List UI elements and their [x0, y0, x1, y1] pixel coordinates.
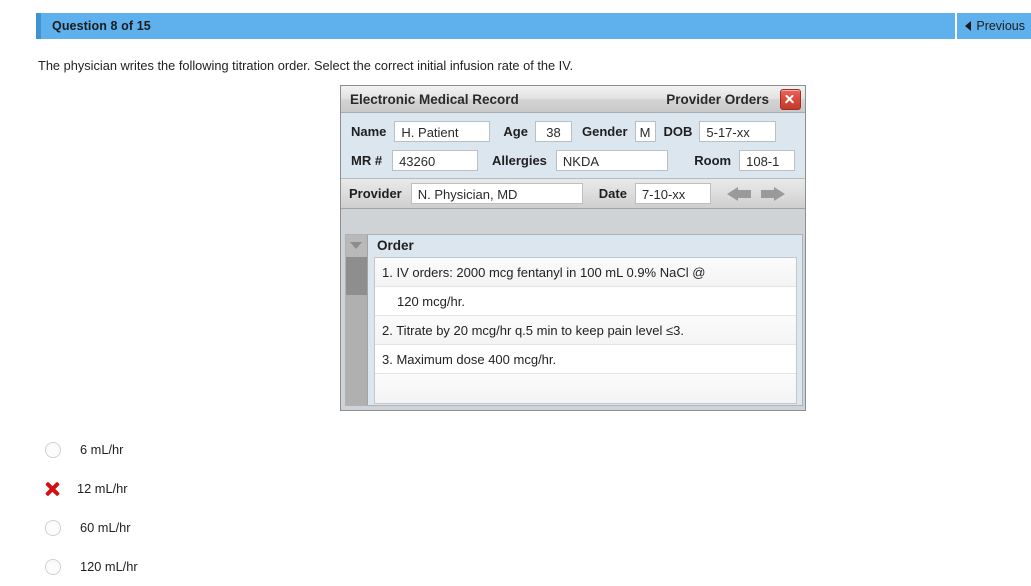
question-counter: Question 8 of 15 [41, 19, 151, 33]
chevron-down-icon[interactable] [350, 242, 362, 249]
orders-section-header: Order [368, 235, 802, 257]
answer-options: 6 mL/hr 12 mL/hr 60 mL/hr 120 mL/hr [45, 430, 365, 586]
name-field[interactable]: H. Patient [394, 121, 490, 142]
orders-scrollbar[interactable] [346, 235, 368, 405]
age-label: Age [503, 124, 528, 139]
order-item: 2. Titrate by 20 mcg/hr q.5 min to keep … [375, 316, 796, 345]
order-item: 1. IV orders: 2000 mcg fentanyl in 100 m… [375, 258, 796, 287]
demographics-row-1: Name H. Patient Age 38 Gender M DOB 5-17… [351, 120, 795, 142]
provider-label: Provider [349, 186, 402, 201]
close-icon[interactable] [780, 89, 801, 110]
demographics-row-2: MR # 43260 Allergies NKDA Room 108-1 [351, 149, 795, 171]
gender-field[interactable]: M [635, 121, 656, 142]
date-label: Date [599, 186, 627, 201]
emr-panel-title: Electronic Medical Record [350, 92, 519, 107]
emr-panel: Electronic Medical Record Provider Order… [340, 85, 806, 411]
order-item [375, 374, 796, 403]
radio-button-icon[interactable] [45, 559, 61, 575]
answer-option-1[interactable]: 6 mL/hr [45, 430, 365, 469]
date-field[interactable]: 7-10-xx [635, 183, 711, 204]
answer-option-label: 12 mL/hr [77, 481, 128, 496]
allergies-label: Allergies [492, 153, 547, 168]
provider-bar: Provider N. Physician, MD Date 7-10-xx [341, 178, 805, 209]
room-field[interactable]: 108-1 [739, 150, 795, 171]
mr-number-label: MR # [351, 153, 382, 168]
provider-field[interactable]: N. Physician, MD [411, 183, 583, 204]
question-header-bar: Question 8 of 15 Previous [36, 13, 1031, 39]
radio-button-icon[interactable] [45, 442, 61, 458]
orders-body: Order 1. IV orders: 2000 mcg fentanyl in… [368, 235, 802, 405]
arrow-right-icon[interactable] [759, 186, 785, 202]
answer-option-label: 6 mL/hr [80, 442, 123, 457]
answer-option-2[interactable]: 12 mL/hr [45, 469, 365, 508]
name-label: Name [351, 124, 386, 139]
room-label: Room [694, 153, 731, 168]
incorrect-x-icon [44, 481, 60, 497]
dob-field[interactable]: 5-17-xx [699, 121, 776, 142]
orders-section: Order 1. IV orders: 2000 mcg fentanyl in… [345, 234, 803, 406]
orders-list: 1. IV orders: 2000 mcg fentanyl in 100 m… [374, 257, 797, 404]
answer-option-label: 120 mL/hr [80, 559, 138, 574]
order-item: 3. Maximum dose 400 mcg/hr. [375, 345, 796, 374]
gender-label: Gender [582, 124, 628, 139]
orders-scrollbar-thumb[interactable] [346, 257, 367, 295]
dob-label: DOB [664, 124, 693, 139]
answer-option-4[interactable]: 120 mL/hr [45, 547, 365, 586]
previous-button[interactable]: Previous [957, 19, 1031, 33]
mr-number-field[interactable]: 43260 [392, 150, 478, 171]
allergies-field[interactable]: NKDA [556, 150, 668, 171]
arrow-left-icon[interactable] [727, 186, 753, 202]
previous-button-label: Previous [976, 19, 1025, 33]
triangle-left-icon [965, 21, 971, 31]
emr-panel-header: Electronic Medical Record Provider Order… [341, 86, 805, 113]
radio-button-icon[interactable] [45, 520, 61, 536]
age-field[interactable]: 38 [535, 121, 572, 142]
answer-option-label: 60 mL/hr [80, 520, 131, 535]
answer-option-3[interactable]: 60 mL/hr [45, 508, 365, 547]
emr-section-title: Provider Orders [666, 92, 769, 107]
order-item: 120 mcg/hr. [375, 287, 796, 316]
patient-demographics: Name H. Patient Age 38 Gender M DOB 5-17… [341, 113, 805, 178]
question-prompt: The physician writes the following titra… [38, 58, 573, 73]
